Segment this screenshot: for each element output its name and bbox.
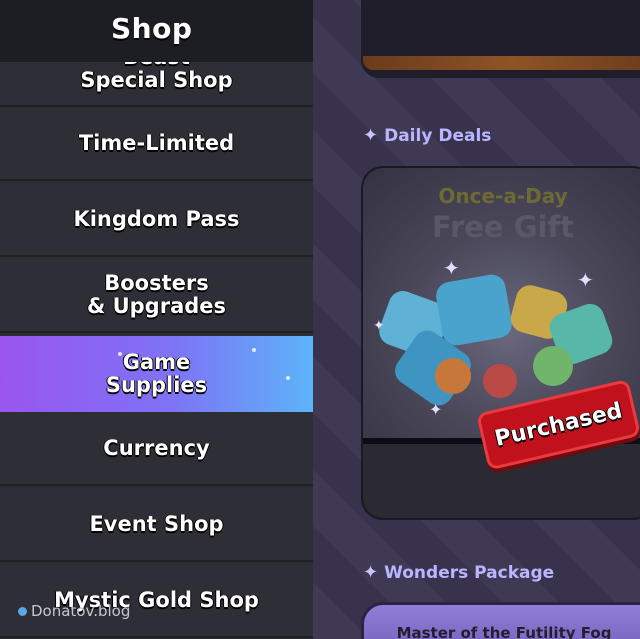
- sidebar-item-label: Event Shop: [89, 511, 224, 536]
- sidebar-header: Shop: [0, 0, 313, 62]
- sidebar-item-label: Kingdom Pass: [73, 206, 240, 231]
- sidebar-item-mystic-gold-shop[interactable]: Mystic Gold Shop: [0, 564, 313, 638]
- sidebar-item-boosters-upgrades[interactable]: Boosters & Upgrades: [0, 259, 313, 333]
- twinkle-icon: ✦: [577, 268, 594, 292]
- section-label-text: Daily Deals: [384, 125, 492, 146]
- section-label-text: Wonders Package: [384, 562, 555, 583]
- twinkle-icon: ✦: [429, 400, 443, 419]
- watermark-text: Donatov.blog: [31, 602, 131, 620]
- sidebar-item-label: Time-Limited: [78, 130, 235, 155]
- sparkle: [118, 352, 122, 356]
- shop-sidebar: Beast Special Shop Time-Limited Kingdom …: [0, 0, 313, 639]
- wonders-package-card[interactable]: Master of the Futility Fog: [361, 602, 640, 639]
- wonders-package-label: ✦ Wonders Package: [363, 562, 554, 583]
- sidebar-item-currency[interactable]: Currency: [0, 412, 313, 486]
- sidebar-item-event-shop[interactable]: Event Shop: [0, 488, 313, 562]
- package-title: Master of the Futility Fog: [396, 624, 612, 639]
- dot-icon: [18, 606, 27, 616]
- cookie-character: [435, 358, 471, 394]
- page-title: Shop: [111, 12, 193, 45]
- daily-deals-label: ✦ Daily Deals: [363, 125, 491, 146]
- four-point-star-icon: ✦: [363, 125, 379, 146]
- gift-title: Free Gift: [432, 210, 574, 244]
- four-point-star-icon: ✦: [363, 562, 379, 583]
- sidebar-item-label: Game Supplies: [105, 350, 208, 397]
- sidebar-item-label: Currency: [103, 435, 210, 460]
- cookie-character: [533, 346, 573, 386]
- gem-icon: [433, 272, 515, 348]
- shop-content: ✦ Daily Deals Once-a-Day Free Gift ✦ ✦ ✦…: [313, 0, 640, 639]
- sidebar-item-kingdom-pass[interactable]: Kingdom Pass: [0, 183, 313, 257]
- sidebar-item-time-limited[interactable]: Time-Limited: [0, 107, 313, 181]
- gift-subtitle: Once-a-Day: [438, 184, 568, 208]
- top-banner[interactable]: [361, 0, 640, 78]
- cookie-character: [483, 364, 517, 398]
- sparkle: [252, 348, 256, 352]
- sidebar-item-label: Boosters & Upgrades: [86, 271, 227, 318]
- watermark: Donatov.blog: [18, 602, 130, 620]
- twinkle-icon: ✦: [373, 318, 385, 334]
- sparkle: [286, 376, 290, 380]
- twinkle-icon: ✦: [443, 256, 460, 280]
- sidebar-item-game-supplies[interactable]: Game Supplies: [0, 336, 313, 412]
